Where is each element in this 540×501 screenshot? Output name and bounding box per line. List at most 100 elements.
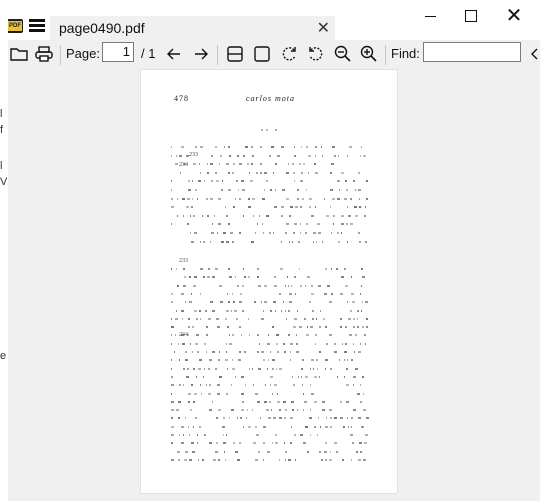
text-line: [141, 351, 397, 353]
zoom-in-icon[interactable]: [359, 40, 379, 68]
glyph-mark: [277, 351, 279, 353]
text-line: [141, 163, 397, 165]
glyph-mark: [315, 343, 316, 345]
find-input[interactable]: [423, 42, 521, 62]
glyph-mark: [301, 172, 303, 174]
glyph-mark: [294, 276, 296, 278]
text-line: [141, 417, 397, 419]
glyph-mark: [298, 241, 300, 243]
glyph-mark: [256, 172, 258, 174]
glyph-mark: [315, 155, 316, 157]
glyph-mark: [365, 241, 367, 243]
glyph-mark: [314, 376, 317, 378]
glyph-mark: [224, 146, 225, 148]
glyph-mark: [280, 268, 283, 270]
page-number-input[interactable]: 1: [102, 42, 134, 62]
glyph-mark: [314, 426, 316, 428]
glyph-mark: [358, 232, 360, 234]
glyph-mark: [275, 434, 277, 436]
glyph-mark: [208, 393, 211, 395]
glyph-mark: [254, 301, 256, 303]
glyph-mark: [289, 241, 290, 243]
glyph-mark: [242, 189, 245, 191]
glyph-mark: [227, 326, 229, 328]
glyph-mark: [241, 334, 242, 336]
glyph-mark: [206, 326, 208, 328]
more-icon[interactable]: [528, 40, 540, 68]
glyph-mark: [188, 189, 191, 191]
toolbar-separator: [60, 45, 61, 65]
text-line: [141, 241, 397, 243]
close-icon[interactable]: ✕: [317, 18, 330, 38]
glyph-mark: [251, 241, 254, 243]
toolbar-separator: [385, 45, 386, 65]
fit-page-icon[interactable]: [225, 40, 245, 68]
glyph-mark: [176, 310, 177, 312]
glyph-mark: [292, 376, 293, 378]
glyph-mark: [181, 293, 184, 295]
glyph-mark: [324, 451, 327, 453]
glyph-mark: [207, 172, 209, 174]
glyph-mark: [230, 232, 233, 234]
glyph-mark: [286, 198, 289, 200]
glyph-mark: [306, 146, 308, 148]
glyph-mark: [197, 198, 198, 200]
maximize-icon[interactable]: [460, 5, 482, 27]
glyph-mark: [202, 459, 204, 461]
document-tab[interactable]: page0490.pdf ✕: [50, 16, 335, 40]
glyph-mark: [363, 393, 364, 395]
glyph-mark: [340, 293, 343, 295]
glyph-mark: [252, 198, 255, 200]
glyph-mark: [217, 393, 220, 395]
glyph-mark: [181, 426, 184, 428]
glyph-mark: [188, 180, 190, 182]
glyph-mark: [358, 417, 361, 419]
zoom-out-icon[interactable]: [333, 40, 353, 68]
left-edge-char: l: [0, 160, 3, 172]
glyph-mark: [287, 276, 288, 278]
page-total: / 1: [141, 46, 156, 61]
glyph-mark: [218, 223, 221, 225]
glyph-mark: [210, 198, 213, 200]
glyph-mark: [288, 163, 289, 165]
glyph-mark: [182, 198, 185, 200]
pdf-page[interactable]: 478 carlos mota 233 234 233 234: [141, 70, 397, 493]
glyph-mark: [339, 359, 340, 361]
forward-arrow-icon[interactable]: [191, 40, 211, 68]
window-close-icon[interactable]: ✕: [503, 5, 525, 27]
margin-number: 233: [179, 258, 188, 264]
rotate-right-icon[interactable]: [306, 40, 326, 68]
glyph-mark: [326, 343, 328, 345]
glyph-mark: [273, 232, 274, 234]
text-line: [141, 232, 397, 234]
minimize-icon[interactable]: [420, 5, 442, 27]
glyph-mark: [321, 146, 322, 148]
glyph-mark: [183, 268, 185, 270]
glyph-mark: [171, 409, 174, 411]
page-header-number: 478: [174, 94, 189, 103]
glyph-mark: [348, 215, 351, 217]
glyph-mark: [347, 155, 348, 157]
open-folder-icon[interactable]: [9, 40, 29, 68]
print-icon[interactable]: [34, 40, 54, 68]
rotate-left-icon[interactable]: [279, 40, 299, 68]
glyph-mark: [179, 384, 181, 386]
glyph-mark: [249, 172, 250, 174]
glyph-mark: [258, 451, 260, 453]
glyph-mark: [360, 384, 361, 386]
glyph-mark: [196, 318, 198, 320]
glyph-mark: [322, 401, 325, 403]
glyph-mark: [264, 172, 267, 174]
back-arrow-icon[interactable]: [164, 40, 184, 68]
glyph-mark: [362, 276, 365, 278]
glyph-mark: [214, 215, 215, 217]
glyph-mark: [242, 401, 244, 403]
glyph-mark: [290, 343, 293, 345]
glyph-mark: [184, 459, 187, 461]
glyph-mark: [178, 417, 180, 419]
glyph-mark: [183, 384, 184, 386]
menu-icon[interactable]: [29, 19, 45, 33]
text-line: [141, 434, 397, 436]
fit-width-icon[interactable]: [252, 40, 272, 68]
glyph-mark: [342, 343, 343, 345]
